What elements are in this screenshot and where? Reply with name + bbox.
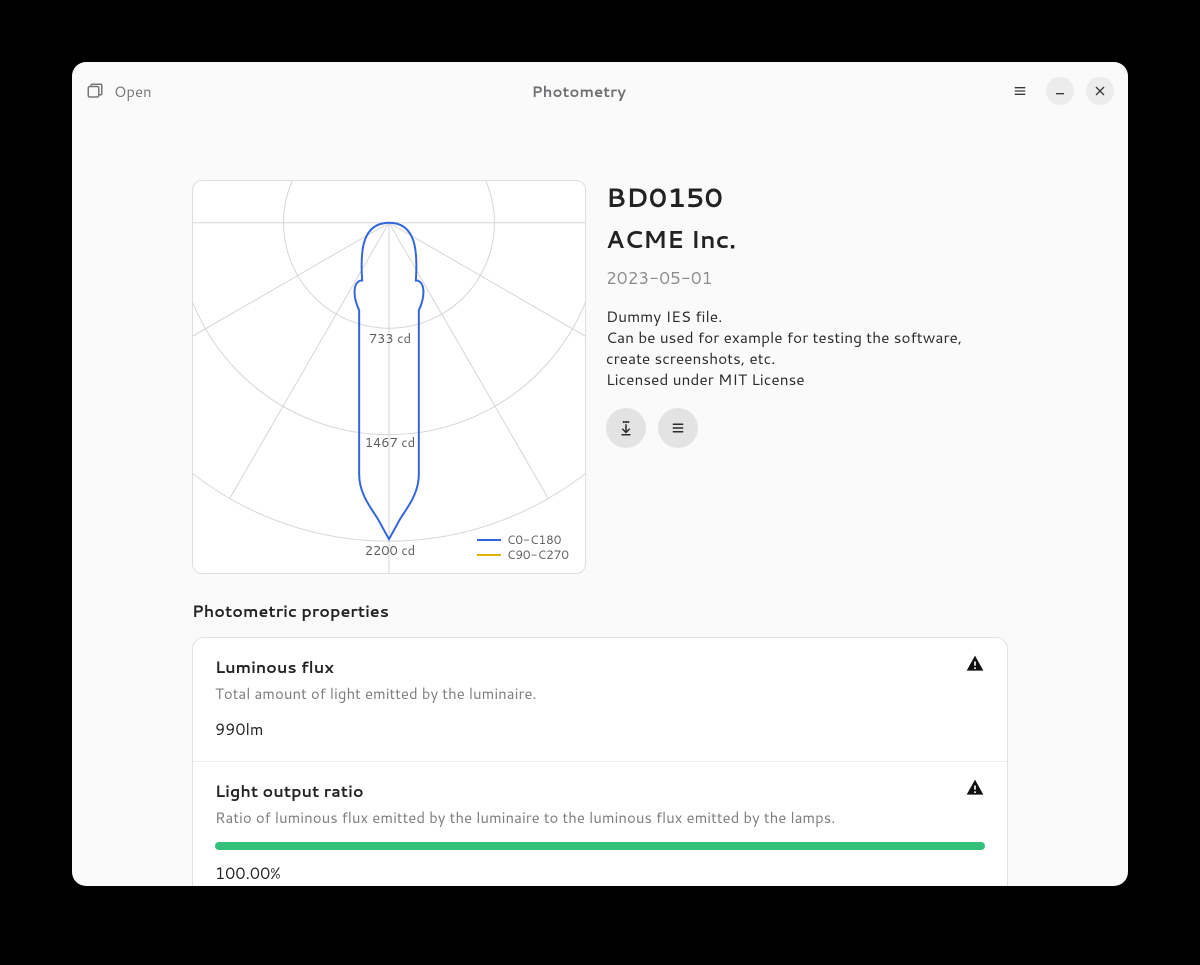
menu-icon (669, 419, 687, 437)
open-button[interactable]: Open (86, 81, 152, 102)
legend-label-1: C90-C270 (507, 547, 569, 563)
radial-tick-2: 1467 cd (365, 434, 415, 452)
download-icon (617, 419, 635, 437)
download-button[interactable] (606, 408, 646, 448)
section-title-properties: Photometric properties (192, 600, 1008, 623)
polar-diagram: 733 cd 1467 cd 2200 cd C0-C180 C90-C270 (192, 180, 586, 574)
warning-icon (965, 778, 985, 798)
product-date: 2023-05-01 (606, 266, 1008, 290)
prop-subtitle: Ratio of luminous flux emitted by the lu… (215, 807, 985, 828)
close-icon (1092, 83, 1108, 99)
progress-bar (215, 842, 985, 850)
legend-item-c90: C90-C270 (477, 547, 569, 563)
menu-button[interactable] (1006, 77, 1034, 105)
window-title: Photometry (152, 81, 1006, 102)
prop-title: Luminous flux (215, 656, 985, 679)
prop-value: 990lm (215, 718, 985, 741)
property-row-luminous-flux: Luminous flux Total amount of light emit… (193, 638, 1007, 762)
radial-tick-1: 733 cd (369, 330, 411, 348)
property-row-light-output-ratio: Light output ratio Ratio of luminous flu… (193, 762, 1007, 886)
top-row: 733 cd 1467 cd 2200 cd C0-C180 C90-C270 … (72, 120, 1128, 574)
open-label: Open (114, 81, 152, 102)
prop-value: 100.00% (215, 862, 985, 885)
chart-legend: C0-C180 C90-C270 (477, 532, 569, 563)
minimize-icon (1052, 83, 1068, 99)
more-actions-button[interactable] (658, 408, 698, 448)
legend-swatch-yellow (477, 554, 501, 556)
prop-title: Light output ratio (215, 780, 985, 803)
product-company: ACME Inc. (606, 222, 1008, 256)
legend-swatch-blue (477, 539, 501, 541)
legend-item-c0: C0-C180 (477, 532, 569, 548)
info-column: BD0150 ACME Inc. 2023-05-01 Dummy IES fi… (606, 180, 1008, 574)
open-file-icon (86, 82, 104, 100)
titlebar: Open Photometry (72, 62, 1128, 120)
properties-card: Luminous flux Total amount of light emit… (192, 637, 1008, 886)
app-window: Open Photometry (72, 62, 1128, 886)
progress-fill (215, 842, 985, 850)
close-button[interactable] (1086, 77, 1114, 105)
warning-icon (965, 654, 985, 674)
legend-label-0: C0-C180 (507, 532, 562, 548)
menu-icon (1012, 83, 1028, 99)
content-area: 733 cd 1467 cd 2200 cd C0-C180 C90-C270 … (72, 120, 1128, 886)
polar-svg (193, 181, 585, 573)
window-controls (1006, 77, 1114, 105)
product-model: BD0150 (606, 180, 1008, 216)
prop-subtitle: Total amount of light emitted by the lum… (215, 683, 985, 704)
radial-tick-3: 2200 cd (365, 542, 415, 560)
product-description: Dummy IES file. Can be used for example … (606, 306, 1008, 390)
action-row (606, 408, 1008, 448)
minimize-button[interactable] (1046, 77, 1074, 105)
